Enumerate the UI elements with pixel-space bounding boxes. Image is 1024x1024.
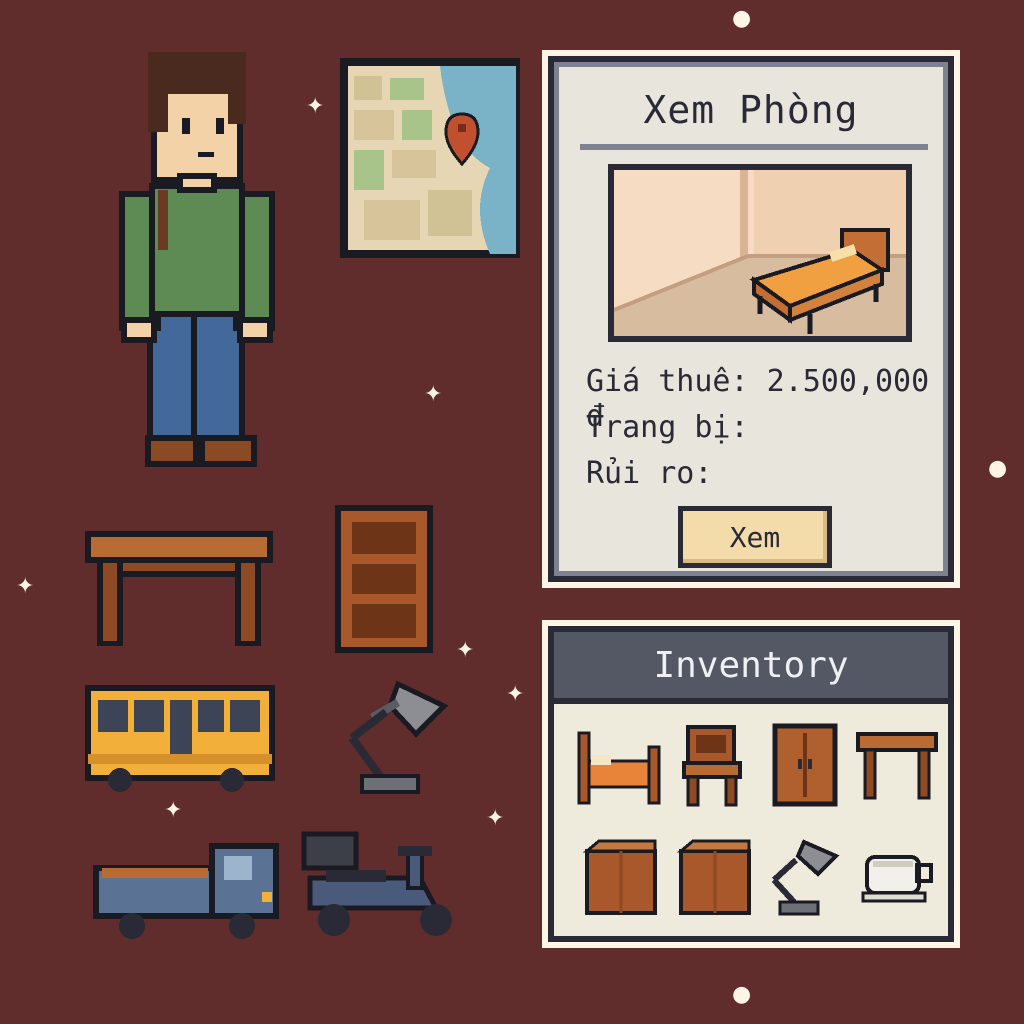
equipment-label: Trang bị: xyxy=(586,410,749,445)
character-icon xyxy=(119,52,275,467)
inventory-slot-box[interactable] xyxy=(670,832,760,922)
chair-icon xyxy=(682,725,742,807)
inventory-slot-wardrobe[interactable] xyxy=(760,720,850,810)
sparkle: ✦ xyxy=(164,798,183,823)
map-icon xyxy=(340,58,520,258)
bus-icon xyxy=(85,685,275,792)
character-sprite[interactable] xyxy=(112,40,282,480)
bookshelf-icon xyxy=(335,505,433,653)
room-panel-divider xyxy=(580,144,928,150)
inventory-header: Inventory xyxy=(554,632,948,704)
inventory-slot-table[interactable] xyxy=(852,720,942,810)
bus-sprite[interactable] xyxy=(84,684,276,796)
sparkle: ✦ xyxy=(306,94,325,119)
teacup-icon xyxy=(861,855,933,903)
sparkle: ● xyxy=(988,456,1008,481)
wardrobe-icon xyxy=(772,723,838,807)
inventory-panel: Inventory xyxy=(548,626,954,942)
table-icon xyxy=(856,732,938,800)
inventory-slot-desk-lamp[interactable] xyxy=(758,832,848,922)
table-sprite[interactable] xyxy=(84,522,274,646)
desk-lamp-sprite[interactable] xyxy=(340,676,450,800)
bed-icon xyxy=(577,731,661,805)
sparkle: ✦ xyxy=(16,574,35,599)
room-panel-title: Xem Phòng xyxy=(643,88,859,132)
room-preview-icon xyxy=(614,170,906,336)
scooter-sprite[interactable] xyxy=(300,828,468,940)
room-viewer-panel: Xem Phòng Giá thuê: 2.500,000 đ Trang bị… xyxy=(548,56,954,582)
desk-lamp-icon xyxy=(348,680,449,794)
sparkle: ✦ xyxy=(424,382,443,407)
sparkle: ✦ xyxy=(506,682,525,707)
truck-icon xyxy=(93,843,279,939)
inventory-title: Inventory xyxy=(653,644,849,686)
bookshelf-sprite[interactable] xyxy=(334,504,434,654)
inventory-slot-bed[interactable] xyxy=(574,720,664,810)
city-map-sprite[interactable] xyxy=(340,58,520,258)
inventory-slot-teacup[interactable] xyxy=(854,832,944,922)
room-preview-image xyxy=(608,164,912,342)
inventory-slot-chair[interactable] xyxy=(668,720,758,810)
box-icon xyxy=(583,839,657,915)
risk-label: Rủi ro: xyxy=(586,456,713,491)
sparkle: ● xyxy=(732,982,752,1007)
table-icon xyxy=(85,531,273,646)
scooter-icon xyxy=(301,831,452,936)
sparkle: ✦ xyxy=(456,638,475,663)
truck-sprite[interactable] xyxy=(92,838,282,944)
desk-lamp-icon xyxy=(771,839,840,916)
inventory-slot-box[interactable] xyxy=(576,832,666,922)
view-room-button[interactable]: Xem xyxy=(678,506,832,568)
box-icon xyxy=(677,839,751,915)
sparkle: ● xyxy=(732,6,752,31)
sparkle: ✦ xyxy=(486,806,505,831)
